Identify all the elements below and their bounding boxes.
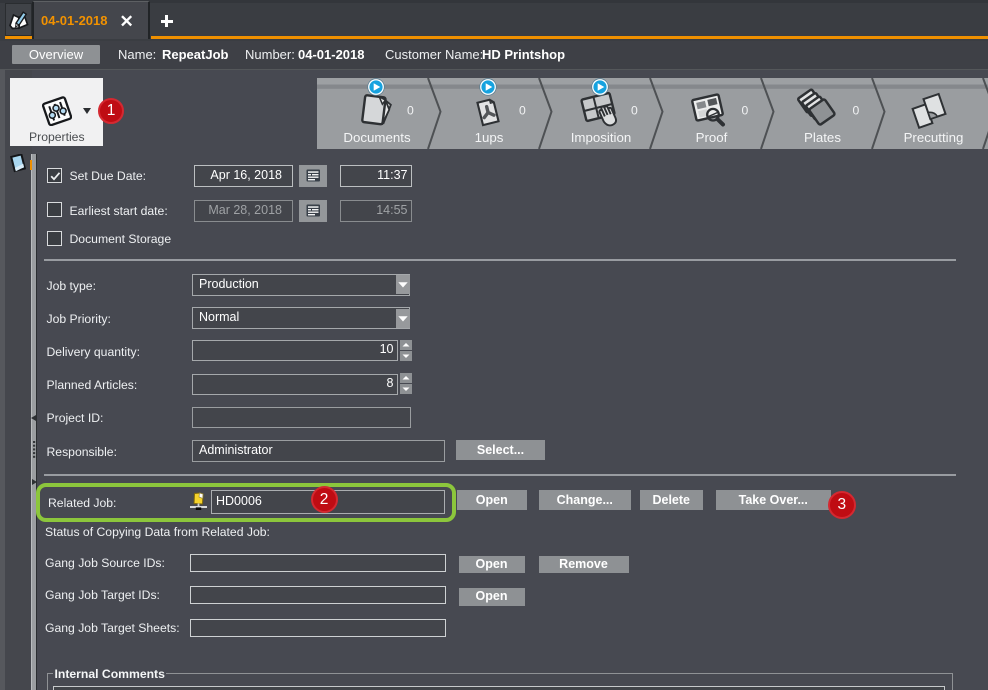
svg-text:0: 0 xyxy=(631,104,638,118)
svg-text:Precutting: Precutting xyxy=(904,130,964,145)
svg-text:0: 0 xyxy=(407,104,414,118)
svg-text:Imposition: Imposition xyxy=(571,130,632,145)
svg-text:Proof: Proof xyxy=(696,130,728,145)
svg-text:1ups: 1ups xyxy=(475,130,504,145)
svg-text:Documents: Documents xyxy=(343,130,411,145)
svg-text:Plates: Plates xyxy=(804,130,841,145)
svg-text:0: 0 xyxy=(853,104,860,118)
svg-text:0: 0 xyxy=(742,104,749,118)
svg-text:0: 0 xyxy=(519,104,526,118)
